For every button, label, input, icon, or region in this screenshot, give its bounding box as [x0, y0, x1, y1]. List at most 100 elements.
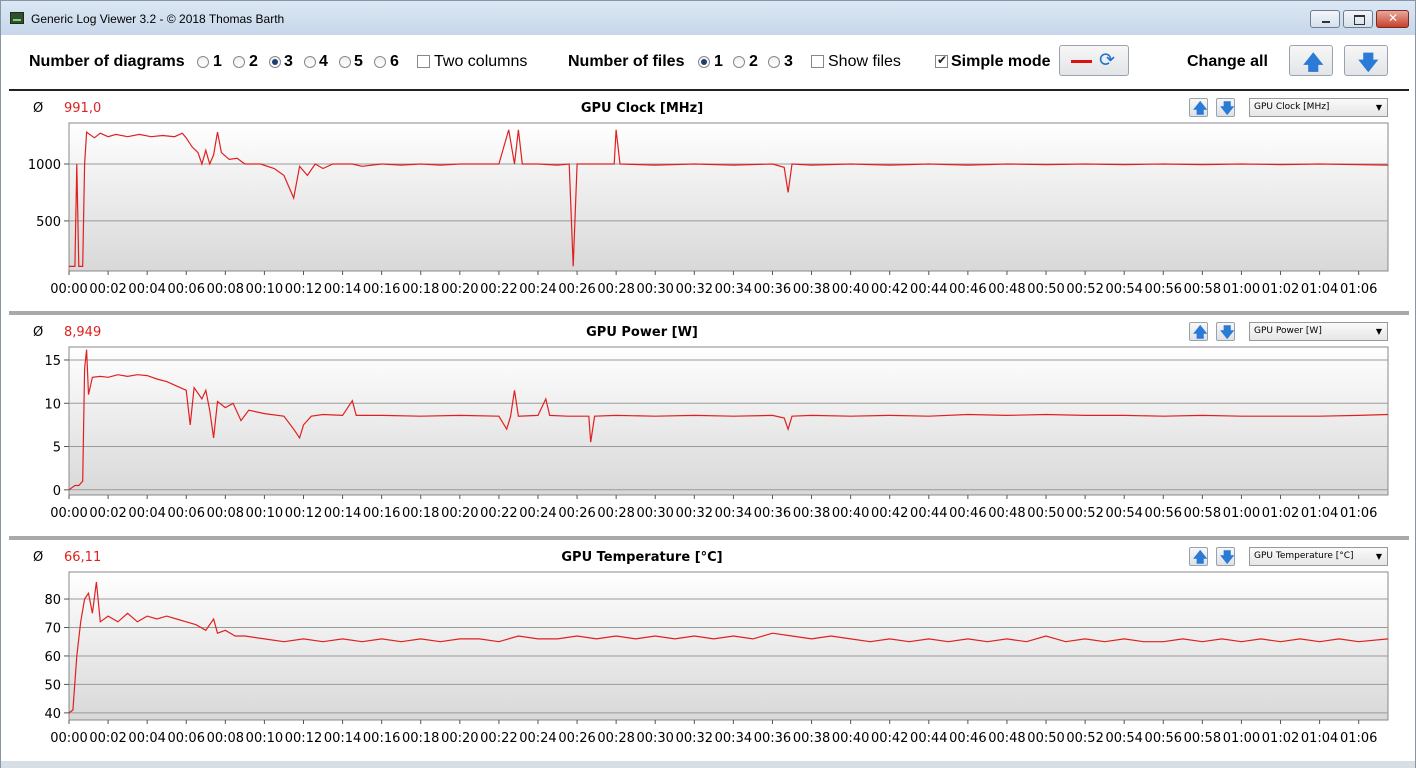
x-tick-label: 00:48 — [988, 282, 1025, 297]
x-tick-label: 00:54 — [1105, 506, 1142, 521]
x-tick-label: 00:06 — [168, 282, 205, 297]
x-tick-label: 00:12 — [285, 282, 322, 297]
x-tick-label: 00:42 — [871, 731, 908, 746]
y-tick-label: 60 — [44, 650, 61, 665]
diagrams-radio-3-label: 3 — [284, 53, 293, 70]
files-radio-1[interactable] — [698, 56, 710, 68]
x-tick-label: 00:02 — [89, 731, 126, 746]
show-files-label: Show files — [828, 53, 901, 70]
x-tick-label: 00:20 — [441, 731, 478, 746]
x-tick-label: 00:56 — [1145, 282, 1182, 297]
x-tick-label: 00:26 — [558, 731, 595, 746]
simple-mode-checkbox[interactable] — [935, 53, 948, 68]
number-of-files-label: Number of files — [568, 53, 685, 70]
x-tick-label: 00:58 — [1184, 282, 1221, 297]
x-tick-label: 00:04 — [128, 506, 165, 521]
gpu-temperature-chart: 40 50 60 70 80 00:00 00:02 00:04 00:06 00:08 00:10… — [44, 571, 1389, 746]
x-tick-label: 00:32 — [676, 282, 713, 297]
x-tick-label: 00:44 — [910, 282, 947, 297]
x-tick-label: 00:54 — [1105, 731, 1142, 746]
window-title: Generic Log Viewer 3.2 - © 2018 Thomas B… — [31, 12, 285, 26]
x-tick-label: 00:44 — [910, 731, 947, 746]
diagrams-radio-6-label: 6 — [390, 53, 399, 70]
x-tick-label: 00:58 — [1184, 731, 1221, 746]
y-tick-label: 5 — [53, 441, 61, 456]
x-tick-label: 00:40 — [832, 731, 869, 746]
up-arrow-icon: 🡅 — [1303, 50, 1324, 74]
change-all-label: Change all — [1187, 53, 1268, 70]
x-tick-label: 00:34 — [715, 506, 752, 521]
x-tick-label: 00:50 — [1027, 282, 1064, 297]
gpu-clock-chart: 500100000:00 00:02 00:04 00:06 00:08 00:10 00:… — [28, 122, 1389, 297]
x-tick-label: 00:50 — [1027, 731, 1064, 746]
title-bar[interactable]: Generic Log Viewer 3.2 - © 2018 Thomas B… — [1, 1, 1415, 35]
x-tick-label: 00:58 — [1184, 506, 1221, 521]
x-tick-label: 00:38 — [793, 282, 830, 297]
red-line-icon — [1071, 60, 1092, 63]
files-radio-3[interactable] — [768, 56, 780, 68]
x-tick-label: 00:04 — [128, 282, 165, 297]
y-tick-label: 50 — [44, 678, 61, 693]
x-tick-label: 00:40 — [832, 506, 869, 521]
diagrams-radio-4[interactable] — [304, 56, 316, 68]
gpu-power-chart: 05101500:00 00:02 00:04 00:06 00:08 00:10 00:1… — [44, 346, 1389, 521]
x-tick-label: 00:16 — [363, 282, 400, 297]
x-tick-label: 01:02 — [1262, 282, 1299, 297]
x-tick-label: 00:08 — [207, 282, 244, 297]
y-tick-label: 0 — [53, 484, 61, 499]
minimize-button[interactable] — [1310, 10, 1340, 28]
x-tick-label: 00:18 — [402, 282, 439, 297]
change-all-up-button[interactable]: 🡅 — [1289, 45, 1333, 76]
diagrams-radio-1[interactable] — [197, 56, 209, 68]
x-tick-label: 00:34 — [715, 731, 752, 746]
x-tick-label: 00:16 — [363, 506, 400, 521]
close-button[interactable] — [1376, 10, 1409, 28]
down-arrow-icon: 🡇 — [1358, 50, 1379, 74]
y-tick-label: 80 — [44, 593, 61, 608]
x-tick-label: 00:42 — [871, 506, 908, 521]
files-radio-3-label: 3 — [784, 53, 793, 70]
panel-divider[interactable] — [9, 311, 1409, 315]
maximize-button[interactable] — [1343, 10, 1373, 28]
y-tick-label: 10 — [44, 397, 61, 412]
x-tick-label: 01:00 — [1223, 282, 1260, 297]
panel-divider[interactable] — [9, 536, 1409, 540]
x-tick-label: 00:00 — [50, 506, 87, 521]
diagrams-radio-6[interactable] — [374, 56, 386, 68]
x-tick-label: 00:52 — [1066, 731, 1103, 746]
two-columns-checkbox[interactable] — [417, 55, 430, 68]
x-tick-label: 00:30 — [636, 506, 673, 521]
x-tick-label: 00:18 — [402, 731, 439, 746]
diagrams-radio-4-label: 4 — [319, 53, 328, 70]
files-radio-2[interactable] — [733, 56, 745, 68]
line-style-refresh-button[interactable]: ⟳ — [1059, 45, 1129, 76]
show-files-checkbox[interactable] — [811, 55, 824, 68]
x-tick-label: 00:06 — [168, 731, 205, 746]
plot-area — [68, 122, 1389, 272]
x-tick-label: 00:48 — [988, 506, 1025, 521]
x-tick-label: 00:52 — [1066, 282, 1103, 297]
x-tick-label: 00:32 — [676, 506, 713, 521]
x-tick-label: 00:22 — [480, 731, 517, 746]
x-tick-label: 01:04 — [1301, 282, 1338, 297]
x-tick-label: 00:28 — [597, 506, 634, 521]
x-tick-label: 00:28 — [597, 282, 634, 297]
diagrams-radio-5-label: 5 — [354, 53, 363, 70]
chart-panel-gpu-power: Ø 8,949 GPU Power [W] 🡅 🡇 GPU Power [W] ▼… — [9, 317, 1409, 537]
diagrams-radio-5[interactable] — [339, 56, 351, 68]
x-tick-label: 00:46 — [949, 506, 986, 521]
change-all-down-button[interactable]: 🡇 — [1344, 45, 1388, 76]
diagrams-radio-2[interactable] — [233, 56, 245, 68]
x-tick-label: 00:46 — [949, 731, 986, 746]
x-tick-label: 00:52 — [1066, 506, 1103, 521]
x-tick-label: 00:20 — [441, 282, 478, 297]
x-tick-label: 00:12 — [285, 731, 322, 746]
x-tick-label: 00:54 — [1105, 282, 1142, 297]
x-tick-label: 00:30 — [636, 282, 673, 297]
diagrams-radio-3[interactable] — [269, 56, 281, 68]
x-tick-label: 00:14 — [324, 506, 361, 521]
two-columns-label: Two columns — [434, 53, 528, 70]
x-tick-label: 00:36 — [754, 731, 791, 746]
x-tick-label: 00:24 — [519, 282, 556, 297]
x-tick-label: 00:14 — [324, 731, 361, 746]
